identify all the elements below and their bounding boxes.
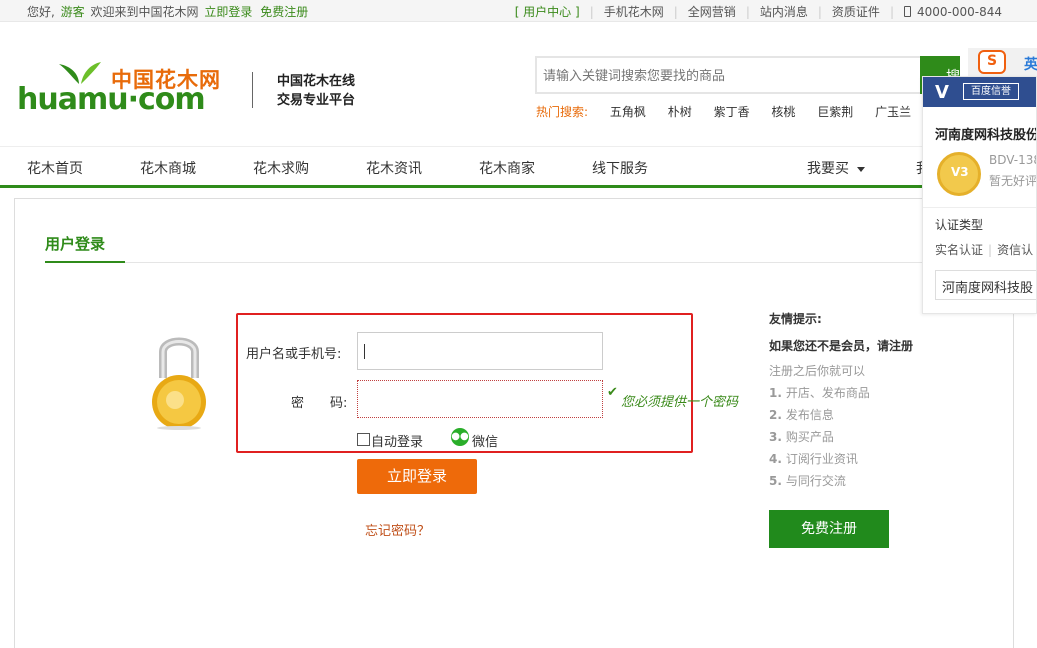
guest-link[interactable]: 游客 <box>61 5 85 19</box>
hot-keyword[interactable]: 核桃 <box>771 105 795 119</box>
welcome-text: 欢迎来到中国花木网 <box>90 5 199 19</box>
sogou-icon: S <box>978 50 1006 74</box>
wechat-login-link[interactable]: 微信 <box>472 431 498 450</box>
nav-item-offline[interactable]: 线下服务 <box>592 158 648 178</box>
search-input[interactable] <box>537 58 920 92</box>
list-item: 5. 与同行交流 <box>769 474 846 488</box>
slogan-line-1: 中国花木在线 <box>277 74 356 89</box>
hot-keyword[interactable]: 朴树 <box>668 105 692 119</box>
messages-link[interactable]: 站内消息 <box>760 3 808 20</box>
badge-no-eval: 暂无好评 <box>989 174 1037 188</box>
medal-icon: V3 <box>937 152 981 196</box>
nav-item-mall[interactable]: 花木商城 <box>140 158 196 178</box>
chevron-down-icon <box>857 166 865 172</box>
username-input[interactable] <box>358 333 602 369</box>
ime-english-toggle[interactable]: 英 <box>1024 54 1037 74</box>
badge-brand: 百度信誉 <box>963 83 1019 100</box>
badge-company-box[interactable]: 河南度网科技股 <box>935 270 1036 300</box>
tips-list: 1. 开店、发布商品 2. 发布信息 3. 购买产品 4. 订阅行业资讯 5. 与同行交流 <box>769 384 870 494</box>
wechat-icon[interactable]: ●● <box>451 428 469 446</box>
nav-buy-dropdown[interactable]: 我要买 <box>807 158 865 178</box>
phone-icon <box>903 6 911 17</box>
cert-real-name[interactable]: 实名认证 <box>935 243 983 257</box>
list-item: 4. 订阅行业资讯 <box>769 452 858 466</box>
logo-english: huamu·com <box>17 82 206 117</box>
check-icon: ✔ <box>607 385 618 400</box>
nav-buy-label: 我要买 <box>807 161 849 177</box>
search-box <box>535 56 920 94</box>
nav-item-news[interactable]: 花木资讯 <box>366 158 422 178</box>
hot-keyword[interactable]: 紫丁香 <box>714 105 750 119</box>
password-input[interactable] <box>358 381 602 417</box>
greeting-text: 您好, <box>27 5 55 19</box>
top-links: [ 用户中心 ] | 手机花木网 | 全网营销 | 站内消息 | 资质证件 | … <box>514 3 1002 20</box>
hot-searches: 热门搜索: 五角枫 朴树 紫丁香 核桃 巨紫荆 广玉兰 秋 <box>536 103 963 120</box>
lock-icon <box>152 337 206 430</box>
password-tip: 您必须提供一个密码 <box>621 395 739 410</box>
hot-keyword[interactable]: 五角枫 <box>610 105 646 119</box>
sogou-ime-toolbar[interactable]: S 英 <box>968 48 1037 76</box>
welcome-area: 您好, 游客 欢迎来到中国花木网 立即登录 免费注册 <box>27 3 310 20</box>
slogan: 中国花木在线 交易专业平台 <box>252 72 355 108</box>
login-button[interactable]: 立即登录 <box>357 459 477 494</box>
hot-keyword[interactable]: 广玉兰 <box>875 105 911 119</box>
marketing-link[interactable]: 全网营销 <box>688 3 736 20</box>
baidu-v-icon: V <box>935 82 949 103</box>
nav-item-home[interactable]: 花木首页 <box>27 158 83 178</box>
user-center-link[interactable]: [ 用户中心 ] <box>515 3 580 20</box>
badge-cert-type: 认证类型 <box>935 218 984 232</box>
password-label: 密 码: <box>291 396 348 411</box>
list-item: 3. 购买产品 <box>769 430 834 444</box>
top-bar: 您好, 游客 欢迎来到中国花木网 立即登录 免费注册 [ 用户中心 ] | 手机… <box>0 0 1037 22</box>
tips-after-register: 注册之后你就可以 <box>769 364 866 378</box>
username-label: 用户名或手机号: <box>246 347 342 362</box>
badge-company: 河南度网科技股份 <box>935 128 1037 143</box>
auto-login-label[interactable]: 自动登录 <box>371 431 423 450</box>
site-logo[interactable]: 中国花木网 huamu·com <box>17 60 231 117</box>
cert-qualification[interactable]: 资信认 <box>997 243 1033 257</box>
list-item: 1. 开店、发布商品 <box>769 386 870 400</box>
certificates-link[interactable]: 资质证件 <box>832 3 880 20</box>
page-title: 用户登录 <box>45 235 106 253</box>
badge-bdv-code: BDV-138 <box>989 153 1037 167</box>
list-item: 2. 发布信息 <box>769 408 834 422</box>
auto-login-checkbox[interactable] <box>357 433 370 446</box>
leaf-icon <box>59 62 101 84</box>
slogan-line-2: 交易专业平台 <box>277 93 356 108</box>
top-register-link[interactable]: 免费注册 <box>260 5 308 19</box>
badge-certs: 实名认证 | 资信认 <box>935 243 1034 257</box>
phone-number: 4000-000-844 <box>916 4 1002 19</box>
forgot-password-link[interactable]: 忘记密码？ <box>365 520 430 539</box>
badge-header: V 百度信誉 <box>923 77 1036 107</box>
baidu-credit-badge[interactable]: V 百度信誉 河南度网科技股份 V3 BDV-138 暂无好评 认证类型 实名认… <box>922 76 1037 314</box>
free-register-button[interactable]: 免费注册 <box>769 510 889 548</box>
password-field[interactable] <box>357 380 603 418</box>
mobile-site-link[interactable]: 手机花木网 <box>604 3 664 20</box>
top-login-link[interactable]: 立即登录 <box>204 5 252 19</box>
main-nav: 花木首页 花木商城 花木求购 花木资讯 花木商家 线下服务 我要买 我 <box>0 146 1037 188</box>
nav-item-purchase[interactable]: 花木求购 <box>253 158 309 178</box>
tips-not-member: 如果您还不是会员，请注册 <box>769 339 914 353</box>
hot-search-label: 热门搜索: <box>536 105 589 119</box>
hot-keyword[interactable]: 巨紫荆 <box>817 105 853 119</box>
username-field[interactable] <box>357 332 603 370</box>
nav-item-merchants[interactable]: 花木商家 <box>479 158 535 178</box>
